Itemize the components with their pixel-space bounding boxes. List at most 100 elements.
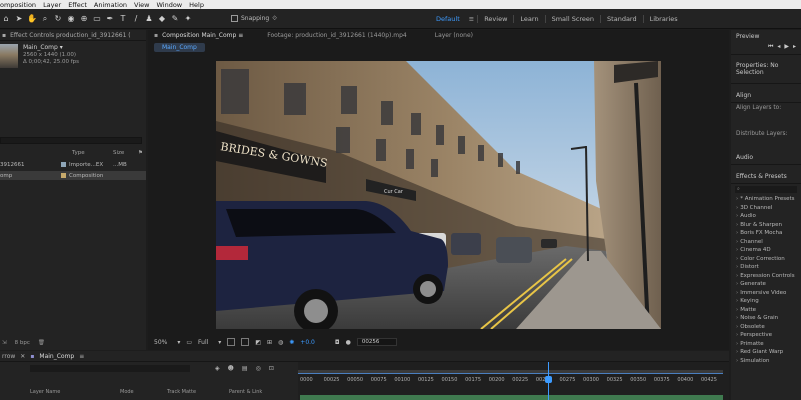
menu-item[interactable]: Window [156,1,182,9]
effect-category[interactable]: › 3D Channel [731,204,801,213]
effect-category[interactable]: › Simulation [731,357,801,366]
tab-footage[interactable]: Footage: production_id_3912661 (1440p).m… [243,32,407,39]
pen-tool-icon[interactable]: ✒ [104,13,116,25]
expand-arrow-icon[interactable]: › [736,196,738,202]
audio-section[interactable]: Audio [731,151,801,165]
distribute-buttons[interactable] [731,139,801,151]
effect-category[interactable]: › Color Correction [731,255,801,264]
snapshot-icon[interactable]: ◘ [335,339,340,346]
play-icon[interactable]: ▶ [784,43,789,51]
expand-arrow-icon[interactable]: › [736,273,738,279]
expand-arrow-icon[interactable]: › [736,281,738,287]
snapping-checkbox[interactable] [231,15,238,22]
effects-presets-title[interactable]: Effects & Presets [731,165,801,184]
comp-breadcrumb[interactable]: Main_Comp [154,43,205,52]
column-track-matte[interactable]: Track Matte [167,389,229,395]
expand-arrow-icon[interactable]: › [736,358,738,364]
menu-item[interactable]: Layer [43,1,61,9]
draft-3d-icon[interactable]: ◈ [215,365,220,372]
label-swatch[interactable] [61,173,66,178]
lock-icon[interactable]: ▪ [2,32,6,39]
view-options-icon[interactable]: ⊞ [267,339,272,346]
first-frame-icon[interactable]: ⏮ [768,43,773,51]
effect-category[interactable]: › Blur & Sharpen [731,221,801,230]
column-type[interactable]: Type [58,150,113,158]
mask-path-icon[interactable]: ◩ [255,339,261,346]
effect-category[interactable]: › Matte [731,306,801,315]
menu-item[interactable]: Effect [68,1,87,9]
workspace-review[interactable]: Review [478,15,513,23]
effects-search-input[interactable]: ⌕ [735,186,797,193]
column-mode[interactable]: Mode [120,389,167,395]
snapping-toggle[interactable]: Snapping ⟐ [231,15,277,23]
expand-arrow-icon[interactable]: › [736,239,738,245]
label-swatch[interactable] [61,162,66,167]
timeline-tab-main-comp[interactable]: Main_Comp [39,353,74,360]
expand-arrow-icon[interactable]: › [736,264,738,270]
snapping-options-icon[interactable]: ⟐ [272,15,277,23]
transparency-grid-icon[interactable] [241,338,250,346]
column-parent-link[interactable]: Parent & Link [229,389,262,395]
graph-editor-icon[interactable]: ⊡ [269,365,274,372]
close-icon[interactable]: ✕ [20,353,25,360]
expand-arrow-icon[interactable]: › [736,205,738,211]
composition-viewer[interactable]: BRIDES & GOWNS Cur Car [216,61,661,329]
hand-tool-icon[interactable]: ✋ [26,13,38,25]
workspace-menu-icon[interactable]: ≡ [466,15,477,23]
effect-category[interactable]: › Generate [731,280,801,289]
expand-arrow-icon[interactable]: › [736,324,738,330]
effect-category[interactable]: › Cinema 4D [731,246,801,255]
expand-arrow-icon[interactable]: › [736,230,738,236]
puppet-pin-tool-icon[interactable]: ✦ [182,13,194,25]
resolution-dropdown[interactable]: Full ▾ [198,339,221,346]
effect-category[interactable]: › Noise & Grain [731,314,801,323]
tab-layer[interactable]: Layer (none) [407,32,473,39]
clone-stamp-tool-icon[interactable]: ♟ [143,13,155,25]
workspace-small-screen[interactable]: Small Screen [546,15,600,23]
column-size[interactable]: Size [113,150,138,158]
effect-controls-tab[interactable]: ▪ Effect Controls production_id_3912661 … [0,30,146,41]
expand-arrow-icon[interactable]: › [736,256,738,262]
project-row[interactable]: 3912661 Importe...EX ...MB [0,160,146,169]
layer-duration-bar[interactable] [300,395,723,400]
properties-section[interactable]: Properties: No Selection [731,55,801,84]
workspace-learn[interactable]: Learn [514,15,544,23]
effect-category[interactable]: › Boris FX Mocha [731,229,801,238]
effect-category[interactable]: › Red Giant Warp [731,348,801,357]
effect-category[interactable]: › Expression Controls [731,272,801,281]
expand-arrow-icon[interactable]: › [736,298,738,304]
expand-arrow-icon[interactable]: › [736,307,738,313]
workspace-default[interactable]: Default [430,15,466,23]
home-icon[interactable]: ⌂ [0,13,12,25]
effect-category[interactable]: › * Animation Presets [731,195,801,204]
type-tool-icon[interactable]: T [117,13,129,25]
workspace-libraries[interactable]: Libraries [644,15,684,23]
time-ruler[interactable]: 0000 00025 00050 00075 00100 00125 00150 00175 0… [298,362,729,400]
align-section-title[interactable]: Align [731,84,801,103]
zoom-dropdown[interactable]: 50% ▾ [154,339,180,346]
expand-arrow-icon[interactable]: › [736,247,738,253]
expand-arrow-icon[interactable]: › [736,290,738,296]
lock-icon[interactable]: ▪ [148,32,158,39]
bpc-label[interactable]: 8 bpc [15,340,30,346]
tab-composition[interactable]: Composition Main_Comp ≡ [158,32,243,39]
shy-icon[interactable]: ☻ [228,365,234,372]
playhead-line[interactable] [547,362,549,400]
effect-category[interactable]: › Immersive Video [731,289,801,298]
expand-arrow-icon[interactable]: › [736,332,738,338]
expand-arrow-icon[interactable]: › [736,222,738,228]
selection-tool-icon[interactable]: ➤ [13,13,25,25]
camera-tool-icon[interactable]: ◉ [65,13,77,25]
timecode-field[interactable]: 00256 [356,338,397,346]
eraser-tool-icon[interactable]: ◆ [156,13,168,25]
interpret-footage-icon[interactable]: ⇲ [2,340,7,346]
rectangle-tool-icon[interactable]: ▭ [91,13,103,25]
prev-frame-icon[interactable]: ◂ [777,43,780,51]
project-search-input[interactable] [0,137,142,144]
menu-item[interactable]: View [134,1,149,9]
color-management-icon[interactable]: ◍ [278,339,283,346]
workspace-standard[interactable]: Standard [601,15,643,23]
expand-arrow-icon[interactable]: › [736,349,738,355]
effect-category[interactable]: › Primatte [731,340,801,349]
effect-category[interactable]: › Keying [731,297,801,306]
